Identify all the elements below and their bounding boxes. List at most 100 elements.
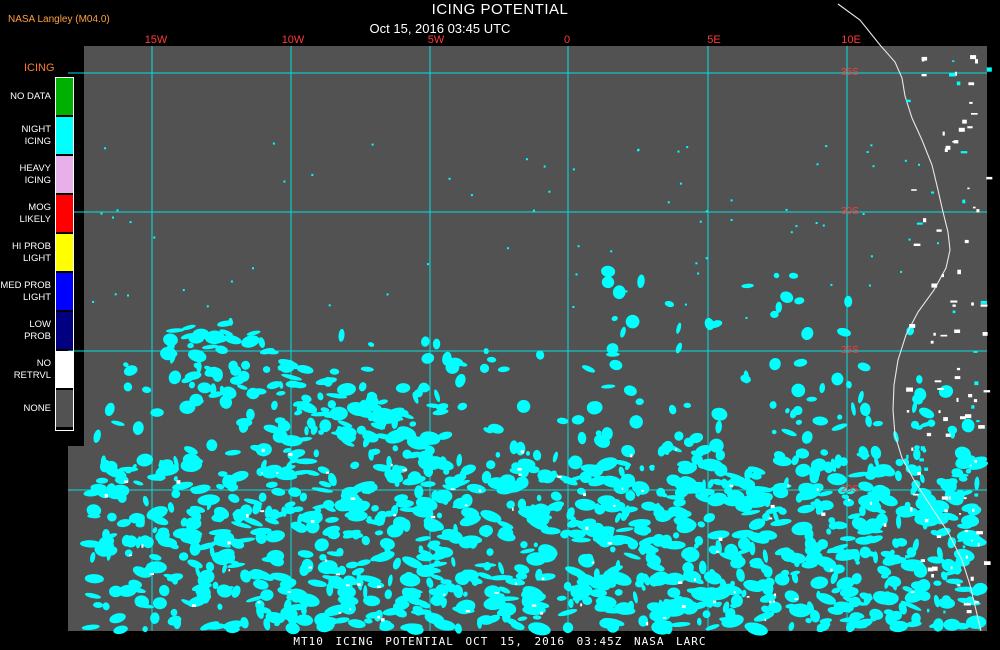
land-speck	[956, 81, 961, 86]
no-retrieval-speck	[770, 504, 775, 509]
no-retrieval-speck	[663, 617, 667, 619]
land-speck	[962, 119, 967, 124]
icing-speck	[775, 306, 778, 309]
no-retrieval-speck	[646, 622, 649, 626]
no-retrieval-speck	[774, 593, 776, 597]
legend-swatch	[56, 117, 74, 154]
land-speck	[945, 433, 951, 437]
icing-speck	[937, 242, 939, 245]
land-speck	[916, 222, 923, 225]
icing-speck	[104, 147, 107, 150]
icing-speck	[386, 293, 389, 296]
map-canvas	[68, 3, 993, 636]
no-retrieval-speck	[431, 515, 436, 519]
no-retrieval-speck	[641, 489, 644, 492]
land-speck	[956, 367, 961, 371]
no-retrieval-speck	[349, 608, 352, 611]
land-speck	[952, 310, 956, 314]
no-retrieval-speck	[357, 583, 361, 586]
icing-speck	[684, 303, 687, 306]
no-retrieval-speck	[977, 543, 980, 547]
no-retrieval-speck	[381, 618, 385, 622]
icing-speck	[677, 150, 680, 153]
lat-label-25s: 25S	[841, 345, 859, 356]
no-retrieval-speck	[261, 448, 265, 452]
land-speck	[976, 209, 980, 213]
land-speck	[906, 99, 911, 103]
legend-item-label: LOW PROB	[0, 319, 51, 343]
no-retrieval-speck	[149, 573, 154, 575]
land-speck	[930, 340, 934, 344]
lon-label-15w: 15W	[144, 34, 168, 46]
icing-speck	[777, 310, 780, 313]
legend-label-line: ICING	[24, 135, 51, 147]
legend-item: HI PROB LIGHT	[0, 233, 75, 272]
land-speck	[927, 567, 934, 572]
land-speck	[980, 304, 988, 307]
icing-speck	[779, 303, 782, 305]
icing-speck	[426, 263, 429, 266]
no-retrieval-speck	[326, 471, 329, 474]
legend-item-label: HI PROB LIGHT	[0, 241, 51, 265]
no-retrieval-speck	[465, 610, 471, 613]
icing-speck	[153, 236, 156, 239]
land-speck	[963, 603, 971, 606]
legend-item: MOG LIKELY	[0, 194, 75, 233]
icing-speck	[311, 173, 314, 176]
lat-label-20s: 20S	[841, 484, 859, 495]
icing-speck	[830, 283, 833, 286]
icing-speck	[100, 212, 103, 215]
no-retrieval-speck	[345, 584, 350, 587]
land-speck	[976, 531, 983, 535]
legend-swatch	[56, 234, 74, 271]
land-speck	[931, 283, 938, 288]
no-retrieval-speck	[350, 497, 356, 500]
land-speck	[957, 269, 961, 275]
no-retrieval-speck	[816, 488, 819, 491]
icing-speck	[283, 180, 286, 183]
no-retrieval-speck	[787, 484, 790, 487]
no-retrieval-speck	[227, 541, 231, 545]
legend-item: NONE	[0, 389, 75, 428]
no-retrieval-speck	[936, 535, 942, 538]
land-speck	[978, 425, 985, 429]
land-speck	[949, 73, 956, 77]
land-speck	[931, 574, 934, 578]
legend-swatch	[56, 273, 74, 310]
icing-speck	[679, 182, 682, 185]
legend-item: NIGHT ICING	[0, 116, 75, 155]
no-retrieval-speck	[338, 612, 342, 614]
icing-speck	[230, 280, 233, 283]
icing-patch	[294, 458, 318, 465]
land-speck	[971, 405, 975, 409]
icing-speck	[822, 224, 825, 227]
land-speck	[913, 493, 919, 496]
land-speck	[911, 447, 914, 451]
icing-speck	[371, 143, 374, 146]
no-retrieval-speck	[969, 464, 972, 467]
land-speck	[931, 191, 934, 194]
land-speck	[960, 416, 966, 420]
icing-speck	[730, 199, 733, 202]
legend-swatch	[56, 390, 74, 427]
no-retrieval-speck	[443, 593, 446, 596]
no-retrieval-speck	[713, 600, 717, 604]
no-retrieval-speck	[957, 584, 961, 587]
land-speck	[937, 388, 944, 390]
no-retrieval-speck	[246, 514, 249, 518]
no-retrieval-speck	[580, 603, 583, 607]
icing-speck	[575, 273, 578, 276]
no-retrieval-speck	[557, 475, 562, 478]
legend-label-line: NO	[36, 357, 51, 369]
land-speck	[954, 376, 961, 380]
legend-label-line: HI PROB	[11, 240, 51, 252]
land-speck	[968, 394, 973, 398]
no-retrieval-speck	[228, 569, 231, 572]
legend-item-label: HEAVY ICING	[0, 163, 51, 187]
land-speck	[962, 199, 966, 204]
no-retrieval-speck	[494, 592, 499, 594]
land-speck	[967, 187, 970, 190]
no-retrieval-speck	[718, 537, 723, 541]
land-speck	[952, 141, 957, 143]
icing-speck	[870, 255, 873, 258]
